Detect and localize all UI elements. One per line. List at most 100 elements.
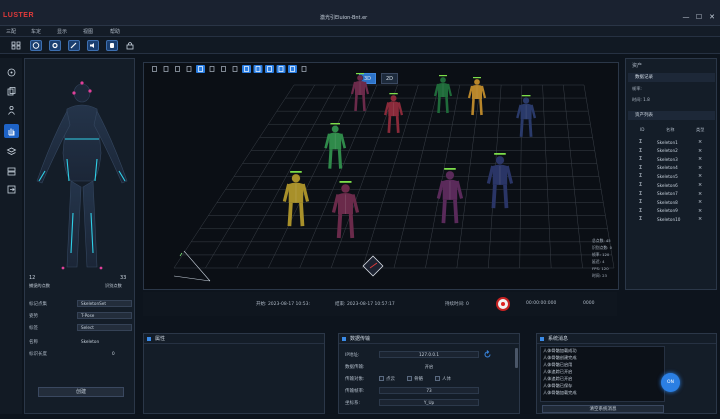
performer-figure[interactable] [329,181,362,241]
move-tool-icon[interactable] [163,66,169,72]
visibility-icon[interactable]: ⨯ [698,139,702,145]
checkbox-skeleton-label: 骨骼 [414,377,423,382]
performer-figure[interactable] [280,171,312,229]
copy-icon[interactable] [4,84,19,98]
performer-figure[interactable] [484,153,516,211]
checkbox-skeleton[interactable] [407,376,412,381]
frame-tool-icon[interactable] [196,65,205,73]
coord-field[interactable]: Y_Up [379,399,479,406]
tag-select[interactable]: Select [77,324,132,331]
scrollbar[interactable] [515,348,518,368]
camera-tool-icon[interactable] [209,66,215,72]
clear-log-button[interactable]: 清空系统消息 [542,405,664,413]
wrench-icon[interactable] [68,40,80,51]
stat-line: 时间: 23 [592,273,607,278]
layers-icon[interactable] [4,144,19,158]
pose-select[interactable]: T-Pose [77,312,132,319]
3d-viewport[interactable]: 3D 2D 总点数: 45 识别点数: 0 帧率: 120 延迟: 4 FPS:… [143,62,619,290]
asset-row[interactable]: Σ Skeleton1 ⨯ [629,139,715,147]
pointer-tool-icon[interactable] [221,66,226,72]
asset-row[interactable]: Σ Skeleton5 ⨯ [629,173,715,181]
asset-row[interactable]: Σ Skeleton4 ⨯ [629,165,715,173]
grid-icon[interactable] [10,40,22,51]
section-asset-list[interactable]: 资产列表 [628,111,715,120]
performer-figure[interactable] [514,95,538,139]
menu-item-config[interactable]: 三配 [6,28,16,35]
transfer-label: 数据传输: [345,365,365,370]
visibility-icon[interactable]: ⨯ [698,173,702,179]
speaker-icon[interactable] [87,40,99,51]
menu-item-help[interactable]: 帮助 [110,28,120,35]
status-badge[interactable]: ON [661,373,680,392]
refresh-icon[interactable] [30,40,42,51]
markers-tool-icon[interactable] [276,65,286,73]
asset-name: Skeleton7 [657,191,678,197]
ip-field[interactable]: 127.0.0.1 [379,351,479,358]
visibility-icon[interactable]: ⨯ [698,165,702,171]
rate-field[interactable]: 73 [379,387,479,394]
performer-figure[interactable] [349,73,371,113]
person-icon[interactable] [4,103,19,117]
menu-item-settings[interactable]: 车定 [31,28,41,35]
performer-figure[interactable] [434,168,466,226]
prop-label-markerset: 标记点集 [29,302,47,307]
target-icon[interactable] [4,65,19,79]
prop-label-pose: 姿势 [29,314,38,319]
maximize-button[interactable]: ☐ [695,13,703,21]
performer-figure[interactable] [382,93,405,135]
minimize-button[interactable]: — [682,13,690,21]
refresh-connection-icon[interactable] [483,350,492,359]
lock-icon[interactable] [124,40,136,51]
export-icon[interactable] [4,182,19,196]
measure-tool-icon[interactable] [242,65,251,73]
visibility-icon[interactable]: ⨯ [698,156,702,162]
asset-name: Skeleton8 [657,199,678,205]
asset-row[interactable]: Σ Skeleton3 ⨯ [629,156,715,164]
visibility-icon[interactable]: ⨯ [698,148,702,154]
performer-figure[interactable] [322,123,348,171]
tab-2d[interactable]: 2D [381,73,399,84]
hand-active-icon[interactable] [4,124,19,138]
section-data-record[interactable]: 数据记录 [628,73,715,82]
skeleton-icon: Σ [639,190,643,197]
axes-tool-icon[interactable] [265,65,274,73]
asset-row[interactable]: Σ Skeleton10 ⨯ [629,216,715,224]
close-button[interactable]: ✕ [708,13,716,21]
record-icon [501,302,505,306]
create-skeleton-button[interactable]: 创建 [38,387,124,397]
settings-icon[interactable] [49,40,61,51]
checkbox-body[interactable] [435,376,440,381]
asset-row[interactable]: Σ Skeleton9 ⨯ [629,208,715,216]
labels-tool-icon[interactable] [301,66,307,72]
asset-row[interactable]: Σ Skeleton7 ⨯ [629,191,715,199]
window-title: 激光引Eluion-Bnt.er [320,15,368,21]
name-field[interactable]: Skeleton [77,338,132,345]
performer-figure[interactable] [466,77,488,117]
bones-tool-icon[interactable] [288,65,297,73]
markerset-select[interactable]: SkeletonSet [77,300,132,307]
checkbox-pointcloud[interactable] [379,376,384,381]
rotate-tool-icon[interactable] [175,66,180,72]
visibility-icon[interactable]: ⨯ [698,208,702,214]
select-tool-icon[interactable] [152,66,157,72]
visibility-icon[interactable]: ⨯ [698,182,702,188]
visibility-icon[interactable]: ⨯ [698,216,702,222]
scale-tool-icon[interactable] [186,66,192,72]
menu-item-view[interactable]: 视图 [83,28,93,35]
transfer-field[interactable]: 开启 [379,363,479,370]
hand-icon[interactable] [106,40,118,51]
asset-row[interactable]: Σ Skeleton8 ⨯ [629,199,715,207]
asset-row[interactable]: Σ Skeleton2 ⨯ [629,148,715,156]
asset-row[interactable]: Σ Skeleton6 ⨯ [629,182,715,190]
length-field[interactable]: 0 [77,350,132,357]
grid-tool-icon[interactable] [253,65,263,73]
visibility-icon[interactable]: ⨯ [698,199,702,205]
zoom-tool-icon[interactable] [232,66,238,72]
viewport-toolbar [152,65,307,73]
stack-icon[interactable] [4,164,19,178]
performer-figure[interactable] [432,75,454,115]
system-log-pane: 系统消息 人体骨骼加载成功 人体骨骼创建完成 人体骨骼已启用 人体追踪已开启 人… [536,333,717,414]
menu-item-display[interactable]: 显示 [57,28,67,35]
record-button[interactable] [496,297,510,311]
visibility-icon[interactable]: ⨯ [698,191,702,197]
